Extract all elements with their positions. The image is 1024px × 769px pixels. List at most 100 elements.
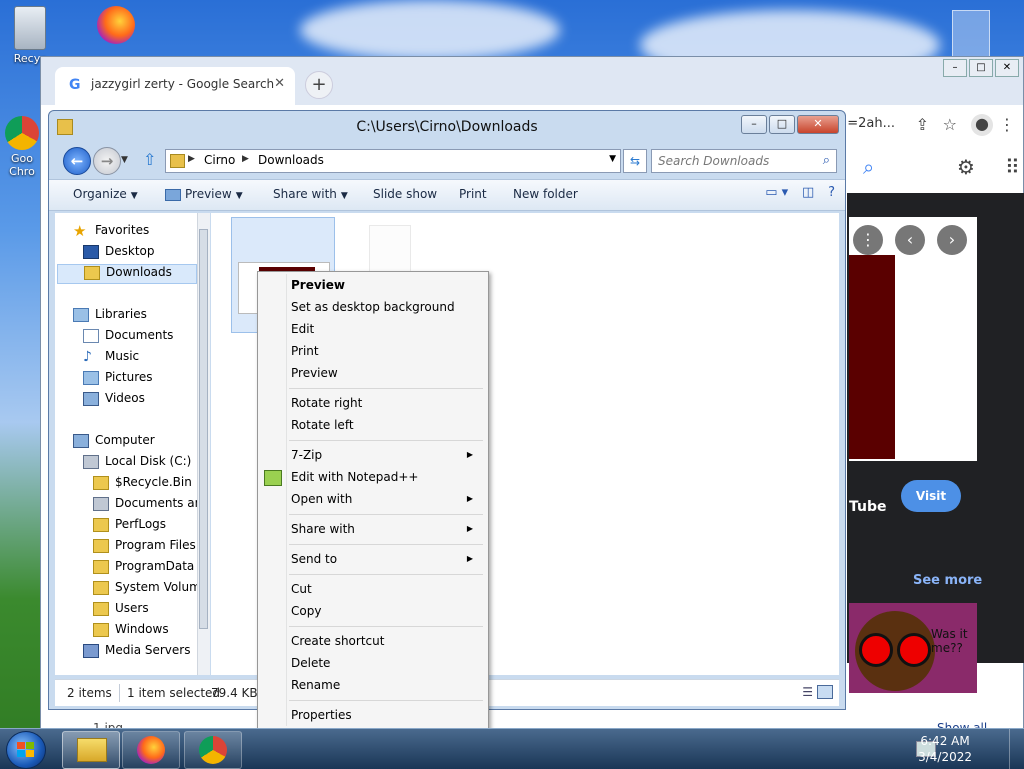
preview-pane-icon[interactable]: ◫ xyxy=(802,185,814,200)
taskbar-firefox-button[interactable] xyxy=(122,731,180,769)
menu-item-delete[interactable]: Delete xyxy=(291,652,481,674)
slide-show-button[interactable]: Slide show xyxy=(373,187,437,201)
nav-computer[interactable]: Computer xyxy=(73,433,209,453)
menu-item-rotate-right[interactable]: Rotate right xyxy=(291,392,481,414)
desktop-file-icon[interactable] xyxy=(952,10,990,58)
tab-close-icon[interactable]: ✕ xyxy=(274,76,285,91)
nav-music[interactable]: ♪ Music xyxy=(83,349,209,369)
address-dropdown-icon[interactable]: ▼ xyxy=(609,154,616,164)
nav-users[interactable]: Users xyxy=(93,601,209,621)
nav-media-servers[interactable]: Media Servers xyxy=(83,643,209,663)
firefox-desktop-icon[interactable] xyxy=(86,6,146,46)
menu-item-preview[interactable]: Preview xyxy=(291,362,481,384)
new-folder-button[interactable]: New folder xyxy=(513,187,578,201)
menu-item-edit-notepad[interactable]: Edit with Notepad++ xyxy=(291,466,481,488)
help-icon[interactable]: ? xyxy=(828,185,835,200)
recent-pages-dropdown-icon[interactable]: ▼ xyxy=(121,155,128,165)
nav-libraries[interactable]: Libraries xyxy=(73,307,209,327)
menu-item-properties[interactable]: Properties xyxy=(291,704,481,726)
menu-item-open-with[interactable]: Open with ▶ xyxy=(291,488,481,510)
menu-item-print[interactable]: Print xyxy=(291,340,481,362)
large-icons-view-icon[interactable] xyxy=(817,685,833,699)
share-with-button[interactable]: Share with ▼ xyxy=(273,187,348,201)
minimize-button[interactable]: – xyxy=(741,115,767,134)
apps-grid-icon[interactable]: ⠿ xyxy=(1005,155,1020,179)
taskbar-explorer-button[interactable] xyxy=(62,731,120,769)
up-arrow-icon[interactable]: ⇧ xyxy=(143,150,156,169)
breadcrumb-cirno[interactable]: Cirno xyxy=(204,153,235,167)
nav-programdata[interactable]: ProgramData xyxy=(93,559,209,579)
nav-desktop[interactable]: Desktop xyxy=(83,244,209,264)
url-text[interactable]: =2ah... xyxy=(847,116,895,131)
clock[interactable]: 6:42 AM 3/4/2022 xyxy=(918,733,972,765)
image-options-icon[interactable]: ⋮ xyxy=(853,225,883,255)
nav-recycle-bin[interactable]: $Recycle.Bin xyxy=(93,475,209,495)
back-button[interactable]: ← xyxy=(63,147,91,175)
breadcrumb-downloads[interactable]: Downloads xyxy=(258,153,324,167)
cloud xyxy=(300,0,560,60)
next-image-icon[interactable]: › xyxy=(937,225,967,255)
visit-button[interactable]: Visit xyxy=(901,480,961,512)
clock-date: 3/4/2022 xyxy=(918,750,972,764)
settings-gear-icon[interactable]: ⚙ xyxy=(957,155,975,179)
nav-documents[interactable]: Documents xyxy=(83,328,209,348)
menu-item-copy[interactable]: Copy xyxy=(291,600,481,622)
menu-item-rename[interactable]: Rename xyxy=(291,674,481,696)
video-thumbnail[interactable]: Was it me?? xyxy=(849,603,977,693)
details-view-icon[interactable]: ☰ xyxy=(802,685,813,699)
breadcrumb-arrow-icon[interactable]: ▶ xyxy=(242,154,249,164)
show-desktop-button[interactable] xyxy=(1009,729,1024,769)
nav-scrollbar[interactable] xyxy=(197,213,210,675)
close-button[interactable]: ✕ xyxy=(797,115,839,134)
menu-item-preview-default[interactable]: Preview xyxy=(291,274,481,296)
menu-item-rotate-left[interactable]: Rotate left xyxy=(291,414,481,436)
menu-item-7zip[interactable]: 7-Zip ▶ xyxy=(291,444,481,466)
nav-documents-and[interactable]: Documents and xyxy=(93,496,209,516)
maximize-button[interactable]: □ xyxy=(769,115,795,134)
share-icon[interactable]: ⇪ xyxy=(916,115,929,134)
new-tab-button[interactable]: + xyxy=(305,71,333,99)
forward-button[interactable]: → xyxy=(93,147,121,175)
nav-pictures[interactable]: Pictures xyxy=(83,370,209,390)
menu-item-set-desktop-background[interactable]: Set as desktop background xyxy=(291,296,481,318)
chrome-desktop-icon[interactable]: Goo Chro xyxy=(0,116,44,178)
nav-system-volume[interactable]: System Volume xyxy=(93,580,209,600)
menu-icon[interactable]: ⋮ xyxy=(999,115,1015,134)
star-icon: ★ xyxy=(73,221,87,240)
preview-button[interactable]: Preview ▼ xyxy=(165,187,243,201)
profile-icon[interactable]: ● xyxy=(971,114,993,136)
nav-windows[interactable]: Windows xyxy=(93,622,209,642)
change-view-icon[interactable]: ▭ ▾ xyxy=(765,185,788,200)
start-button[interactable] xyxy=(6,731,46,769)
nav-videos[interactable]: Videos xyxy=(83,391,209,411)
see-more-link[interactable]: See more xyxy=(913,573,982,588)
print-button[interactable]: Print xyxy=(459,187,487,201)
menu-item-edit[interactable]: Edit xyxy=(291,318,481,340)
chrome-tab[interactable]: G jazzygirl zerty - Google Search ✕ xyxy=(55,67,295,105)
breadcrumb-arrow-icon[interactable]: ▶ xyxy=(188,154,195,164)
nav-downloads[interactable]: Downloads xyxy=(57,264,197,284)
prev-image-icon[interactable]: ‹ xyxy=(895,225,925,255)
search-icon[interactable]: ⌕ xyxy=(863,155,874,179)
organize-button[interactable]: Organize ▼ xyxy=(73,187,138,201)
scrollbar-thumb[interactable] xyxy=(199,229,208,629)
explorer-titlebar[interactable]: C:\Users\Cirno\Downloads – □ ✕ xyxy=(49,111,845,143)
menu-item-create-shortcut[interactable]: Create shortcut xyxy=(291,630,481,652)
minimize-button[interactable]: – xyxy=(943,59,967,77)
close-button[interactable]: ✕ xyxy=(995,59,1019,77)
menu-item-send-to[interactable]: Send to ▶ xyxy=(291,548,481,570)
nav-local-disk[interactable]: Local Disk (C:) xyxy=(83,454,209,474)
bookmark-star-icon[interactable]: ☆ xyxy=(943,115,957,134)
nav-perflogs[interactable]: PerfLogs xyxy=(93,517,209,537)
taskbar-chrome-button[interactable] xyxy=(184,731,242,769)
nav-favorites[interactable]: ★ Favorites xyxy=(73,223,209,243)
search-box[interactable]: Search Downloads ⌕ xyxy=(651,149,837,173)
search-icon[interactable]: ⌕ xyxy=(823,153,830,168)
nav-videos-label: Videos xyxy=(105,391,145,405)
nav-program-files[interactable]: Program Files xyxy=(93,538,209,558)
address-bar[interactable]: ▶ Cirno ▶ Downloads ▼ xyxy=(165,149,621,173)
refresh-button[interactable]: ⇆ xyxy=(623,149,647,173)
maximize-button[interactable]: □ xyxy=(969,59,993,77)
menu-item-share-with[interactable]: Share with ▶ xyxy=(291,518,481,540)
menu-item-cut[interactable]: Cut xyxy=(291,578,481,600)
